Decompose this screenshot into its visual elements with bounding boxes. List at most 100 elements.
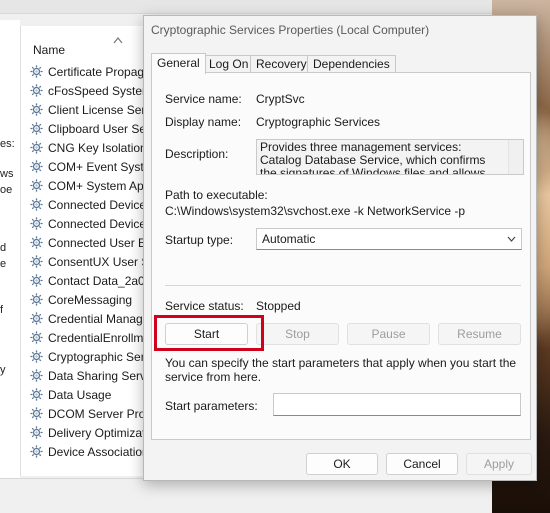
tab-dependencies[interactable]: Dependencies [307, 55, 396, 73]
list-item[interactable]: Contact Data_2a05 [29, 271, 145, 290]
gear-icon [30, 407, 43, 420]
gear-icon [30, 141, 43, 154]
gear-icon [30, 103, 43, 116]
startup-type-select[interactable]: Automatic [256, 228, 522, 250]
description-scrollbar[interactable] [508, 140, 523, 174]
left-pane-fragment: y [0, 364, 6, 376]
name-column-header[interactable]: Name [33, 43, 65, 57]
service-name: COM+ System Ap [48, 178, 144, 193]
list-item[interactable]: Credential Manag [29, 309, 145, 328]
start-params-help-text: You can specify the start parameters tha… [165, 356, 517, 384]
left-pane-fragment: oe [0, 184, 13, 196]
path-label: Path to executable: [165, 188, 268, 202]
start-params-input[interactable] [273, 393, 521, 416]
service-name-value: CryptSvc [256, 92, 305, 106]
resume-button[interactable]: Resume [438, 323, 521, 345]
list-item[interactable]: COM+ Event Syste [29, 157, 145, 176]
ok-button[interactable]: OK [306, 453, 378, 475]
tab-strip: General Log On Recovery Dependencies [151, 53, 531, 74]
startup-type-label: Startup type: [165, 233, 234, 247]
description-label: Description: [165, 147, 229, 161]
properties-dialog: Cryptographic Services Properties (Local… [143, 15, 537, 481]
start-params-label: Start parameters: [165, 399, 258, 413]
list-item[interactable]: Device Association [29, 442, 145, 461]
left-pane-fragment: es: [0, 138, 15, 150]
list-item[interactable]: cFosSpeed System [29, 81, 145, 100]
list-item[interactable]: DCOM Server Proc [29, 404, 145, 423]
gear-icon [30, 217, 43, 230]
list-item[interactable]: Delivery Optimizat [29, 423, 145, 442]
service-name: Credential Manag [48, 311, 143, 326]
sort-up-icon [113, 37, 123, 44]
list-item[interactable]: CNG Key Isolation [29, 138, 145, 157]
service-status-label: Service status: [165, 299, 244, 313]
service-name-label: Service name: [165, 92, 242, 106]
list-item[interactable]: CredentialEnrollm [29, 328, 145, 347]
display-name-value: Cryptographic Services [256, 115, 381, 129]
list-item[interactable]: Connected User Ex [29, 233, 145, 252]
divider [165, 285, 521, 286]
gear-icon [30, 445, 43, 458]
gear-icon [30, 65, 43, 78]
chevron-down-icon [507, 236, 516, 242]
list-item[interactable]: Cryptographic Ser [29, 347, 145, 366]
service-name: Clipboard User Ser [48, 121, 145, 136]
path-value: C:\Windows\system32\svchost.exe -k Netwo… [165, 204, 466, 218]
list-item[interactable]: ConsentUX User S [29, 252, 145, 271]
service-name: CoreMessaging [48, 292, 133, 307]
left-pane-fragment: e [0, 258, 7, 270]
service-name: cFosSpeed System [48, 83, 145, 98]
gear-icon [30, 312, 43, 325]
gear-icon [30, 350, 43, 363]
gear-icon [30, 331, 43, 344]
service-name: Contact Data_2a05 [48, 273, 145, 288]
startup-type-value: Automatic [262, 232, 316, 246]
list-item[interactable]: Clipboard User Ser [29, 119, 145, 138]
start-button-highlight [154, 315, 264, 351]
service-name: Data Usage [48, 387, 112, 402]
gear-icon [30, 388, 43, 401]
window-top-bar [0, 0, 492, 14]
cancel-button[interactable]: Cancel [386, 453, 458, 475]
tab-log-on[interactable]: Log On [203, 55, 255, 73]
service-name: CredentialEnrollm [48, 330, 144, 345]
service-name: Client License Ser [48, 102, 145, 117]
services-list: Name Certificate Propag cFosSpeed System C… [20, 26, 145, 476]
service-name: Cryptographic Ser [48, 349, 145, 364]
gear-icon [30, 255, 43, 268]
gear-icon [30, 122, 43, 135]
list-item[interactable]: Data Sharing Servi [29, 366, 145, 385]
list-item[interactable]: Client License Ser [29, 100, 145, 119]
list-item[interactable]: Connected Device [29, 214, 145, 233]
tab-recovery[interactable]: Recovery [250, 55, 313, 73]
service-name: Delivery Optimizat [48, 425, 145, 440]
left-pane-fragment: d [0, 242, 7, 254]
service-name: Connected User Ex [48, 235, 145, 250]
service-name: Certificate Propag [48, 64, 145, 79]
gear-icon [30, 198, 43, 211]
list-item[interactable]: COM+ System Ap [29, 176, 145, 195]
description-box[interactable]: Provides three management services: Cata… [256, 139, 524, 175]
description-text: Provides three management services: Cata… [260, 140, 486, 175]
service-name: DCOM Server Proc [48, 406, 145, 421]
pause-button[interactable]: Pause [347, 323, 430, 345]
left-pane-fragment: ws [0, 168, 14, 180]
list-item[interactable]: Connected Device [29, 195, 145, 214]
apply-button[interactable]: Apply [466, 453, 532, 475]
gear-icon [30, 369, 43, 382]
service-name: COM+ Event Syste [48, 159, 145, 174]
gear-icon [30, 426, 43, 439]
service-name: Connected Device [48, 216, 145, 231]
gear-icon [30, 179, 43, 192]
list-item[interactable]: CoreMessaging [29, 290, 145, 309]
left-description-pane: es: ws oe d e f y [0, 20, 20, 480]
stop-button[interactable]: Stop [256, 323, 339, 345]
left-pane-fragment: f [0, 304, 4, 316]
tab-general[interactable]: General [151, 53, 206, 74]
list-item[interactable]: Certificate Propag [29, 62, 145, 81]
gear-icon [30, 84, 43, 97]
service-name: ConsentUX User S [48, 254, 145, 269]
service-name: Device Association [48, 444, 145, 459]
gear-icon [30, 236, 43, 249]
list-item[interactable]: Data Usage [29, 385, 145, 404]
